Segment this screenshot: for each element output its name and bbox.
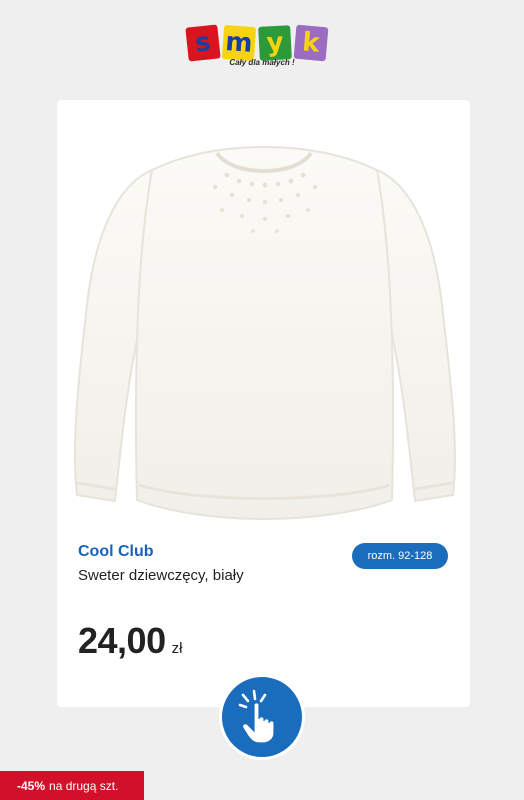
price-amount: 24,00	[78, 620, 166, 661]
product-price: 24,00 zł	[78, 620, 182, 662]
product-image	[73, 145, 456, 521]
logo-tagline: Cały dla małych !	[229, 58, 295, 67]
product-card[interactable]: Cool Club rozm. 92-128 Sweter dziewczęcy…	[57, 100, 470, 707]
product-brand: Cool Club	[78, 543, 154, 560]
logo-letter-y: y	[258, 25, 292, 61]
tap-button[interactable]	[219, 674, 305, 760]
promo-banner: -45% na drugą szt.	[0, 771, 144, 800]
product-title: Sweter dziewczęcy, biały	[78, 567, 244, 584]
logo-letter-k: k	[293, 24, 329, 62]
promo-percent: -45%	[17, 778, 46, 793]
logo-letter-m: m	[221, 24, 257, 62]
price-currency: zł	[171, 640, 183, 657]
smyk-logo: s m y k Cały dla małych !	[185, 22, 337, 76]
size-badge: rozm. 92-128	[352, 543, 448, 569]
logo-letter-s: s	[185, 24, 221, 62]
tap-hand-icon	[238, 689, 275, 744]
promo-text: na drugą szt.	[49, 778, 119, 793]
